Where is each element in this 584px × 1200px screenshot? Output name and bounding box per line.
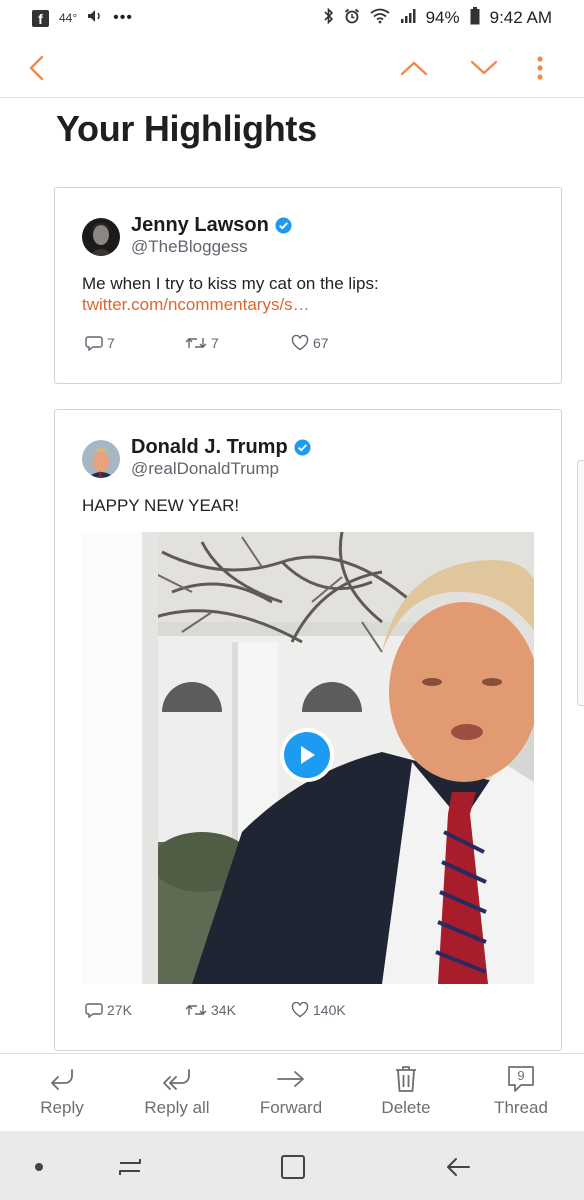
avatar[interactable] <box>82 218 120 256</box>
dot-button[interactable] <box>17 1145 61 1189</box>
tweet-link[interactable]: twitter.com/ncommentarys/s… <box>82 295 310 315</box>
like-count: 67 <box>313 335 329 351</box>
thread-label: Thread <box>494 1098 548 1117</box>
tweet-card[interactable]: Jenny Lawson @TheBloggess Me when I try … <box>54 187 562 384</box>
chevron-left-icon <box>29 55 44 81</box>
message-toolbar <box>0 40 584 98</box>
comment-icon <box>85 1003 103 1018</box>
reply-all-button[interactable]: Reply all <box>127 1062 227 1128</box>
scroll-handle[interactable] <box>577 460 584 706</box>
back-nav-button[interactable] <box>436 1145 480 1189</box>
volume-icon <box>87 8 103 28</box>
forward-button[interactable]: Forward <box>241 1062 341 1128</box>
temperature: 44° <box>59 11 78 25</box>
retweet-icon <box>185 1005 207 1015</box>
thread-button[interactable]: 9 Thread <box>471 1062 571 1128</box>
dot-icon <box>35 1163 43 1171</box>
tweet-stats: 7 7 67 <box>85 333 329 353</box>
reply-all-icon <box>161 1062 193 1096</box>
reply-label: Reply <box>40 1098 84 1117</box>
heart-icon <box>291 335 309 351</box>
retweet-count: 34K <box>211 1002 236 1018</box>
author-name-text: Jenny Lawson <box>131 214 269 236</box>
home-icon <box>281 1155 305 1179</box>
tweet-stats: 27K 34K 140K <box>85 1000 346 1020</box>
email-action-bar: Reply Reply all Forward Delete 9 Thread <box>0 1053 584 1131</box>
bluetooth-icon <box>324 7 334 29</box>
previous-message-button[interactable] <box>394 48 434 88</box>
author-handle[interactable]: @realDonaldTrump <box>131 459 279 479</box>
reply-all-label: Reply all <box>144 1098 210 1117</box>
back-button[interactable] <box>18 48 58 88</box>
status-bar: f 44° ••• 94% 9:42 AM <box>0 0 584 36</box>
page-title: Your Highlights <box>56 108 317 149</box>
forward-icon <box>276 1062 306 1096</box>
signal-icon <box>400 8 416 29</box>
battery-level: 94% <box>425 8 460 27</box>
tweet-card[interactable]: Donald J. Trump @realDonaldTrump HAPPY N… <box>54 409 562 1051</box>
chevron-up-icon <box>400 61 428 76</box>
author-name[interactable]: Donald J. Trump <box>131 436 311 459</box>
like-stat[interactable]: 140K <box>291 1002 346 1018</box>
retweet-stat[interactable]: 34K <box>185 1002 291 1018</box>
recents-icon <box>119 1159 141 1175</box>
play-button[interactable] <box>280 728 334 782</box>
heart-icon <box>291 1002 309 1018</box>
home-button[interactable] <box>271 1145 315 1189</box>
trash-icon <box>394 1062 418 1096</box>
retweet-stat[interactable]: 7 <box>185 335 291 351</box>
more-options-button[interactable] <box>520 48 560 88</box>
next-message-button[interactable] <box>464 48 504 88</box>
more-vertical-icon <box>537 56 543 80</box>
wifi-icon <box>370 8 390 29</box>
tweet-text: HAPPY NEW YEAR! <box>82 496 240 515</box>
facebook-icon: f <box>32 9 49 27</box>
play-icon <box>284 732 330 778</box>
thread-icon: 9 <box>507 1062 535 1096</box>
system-nav-bar <box>0 1131 584 1200</box>
chevron-down-icon <box>470 60 498 75</box>
reply-count: 7 <box>107 335 115 351</box>
avatar[interactable] <box>82 440 120 478</box>
more-dots-icon: ••• <box>113 9 133 26</box>
tweet-text: Me when I try to kiss my cat on the lips… <box>82 274 379 293</box>
forward-label: Forward <box>259 1098 323 1117</box>
author-handle[interactable]: @TheBloggess <box>131 237 248 257</box>
like-count: 140K <box>313 1002 346 1018</box>
alarm-icon <box>344 8 360 29</box>
battery-icon <box>470 6 480 30</box>
clock: 9:42 AM <box>489 8 552 27</box>
author-name[interactable]: Jenny Lawson <box>131 214 292 237</box>
delete-label: Delete <box>381 1098 431 1117</box>
back-icon <box>447 1158 470 1176</box>
reply-stat[interactable]: 27K <box>85 1002 185 1018</box>
verified-badge-icon <box>275 217 292 234</box>
video-thumbnail[interactable] <box>82 532 534 984</box>
reply-count: 27K <box>107 1002 132 1018</box>
retweet-icon <box>185 338 207 348</box>
delete-button[interactable]: Delete <box>356 1062 456 1128</box>
status-left: f 44° ••• <box>32 8 133 28</box>
reply-stat[interactable]: 7 <box>85 335 185 351</box>
like-stat[interactable]: 67 <box>291 335 329 351</box>
thread-count: 9 <box>517 1068 525 1083</box>
reply-button[interactable]: Reply <box>12 1062 112 1128</box>
verified-badge-icon <box>294 439 311 456</box>
comment-icon <box>85 336 103 351</box>
retweet-count: 7 <box>211 335 219 351</box>
author-name-text: Donald J. Trump <box>131 436 288 458</box>
status-right: 94% 9:42 AM <box>324 6 552 30</box>
reply-icon <box>48 1062 76 1096</box>
recents-button[interactable] <box>108 1145 152 1189</box>
